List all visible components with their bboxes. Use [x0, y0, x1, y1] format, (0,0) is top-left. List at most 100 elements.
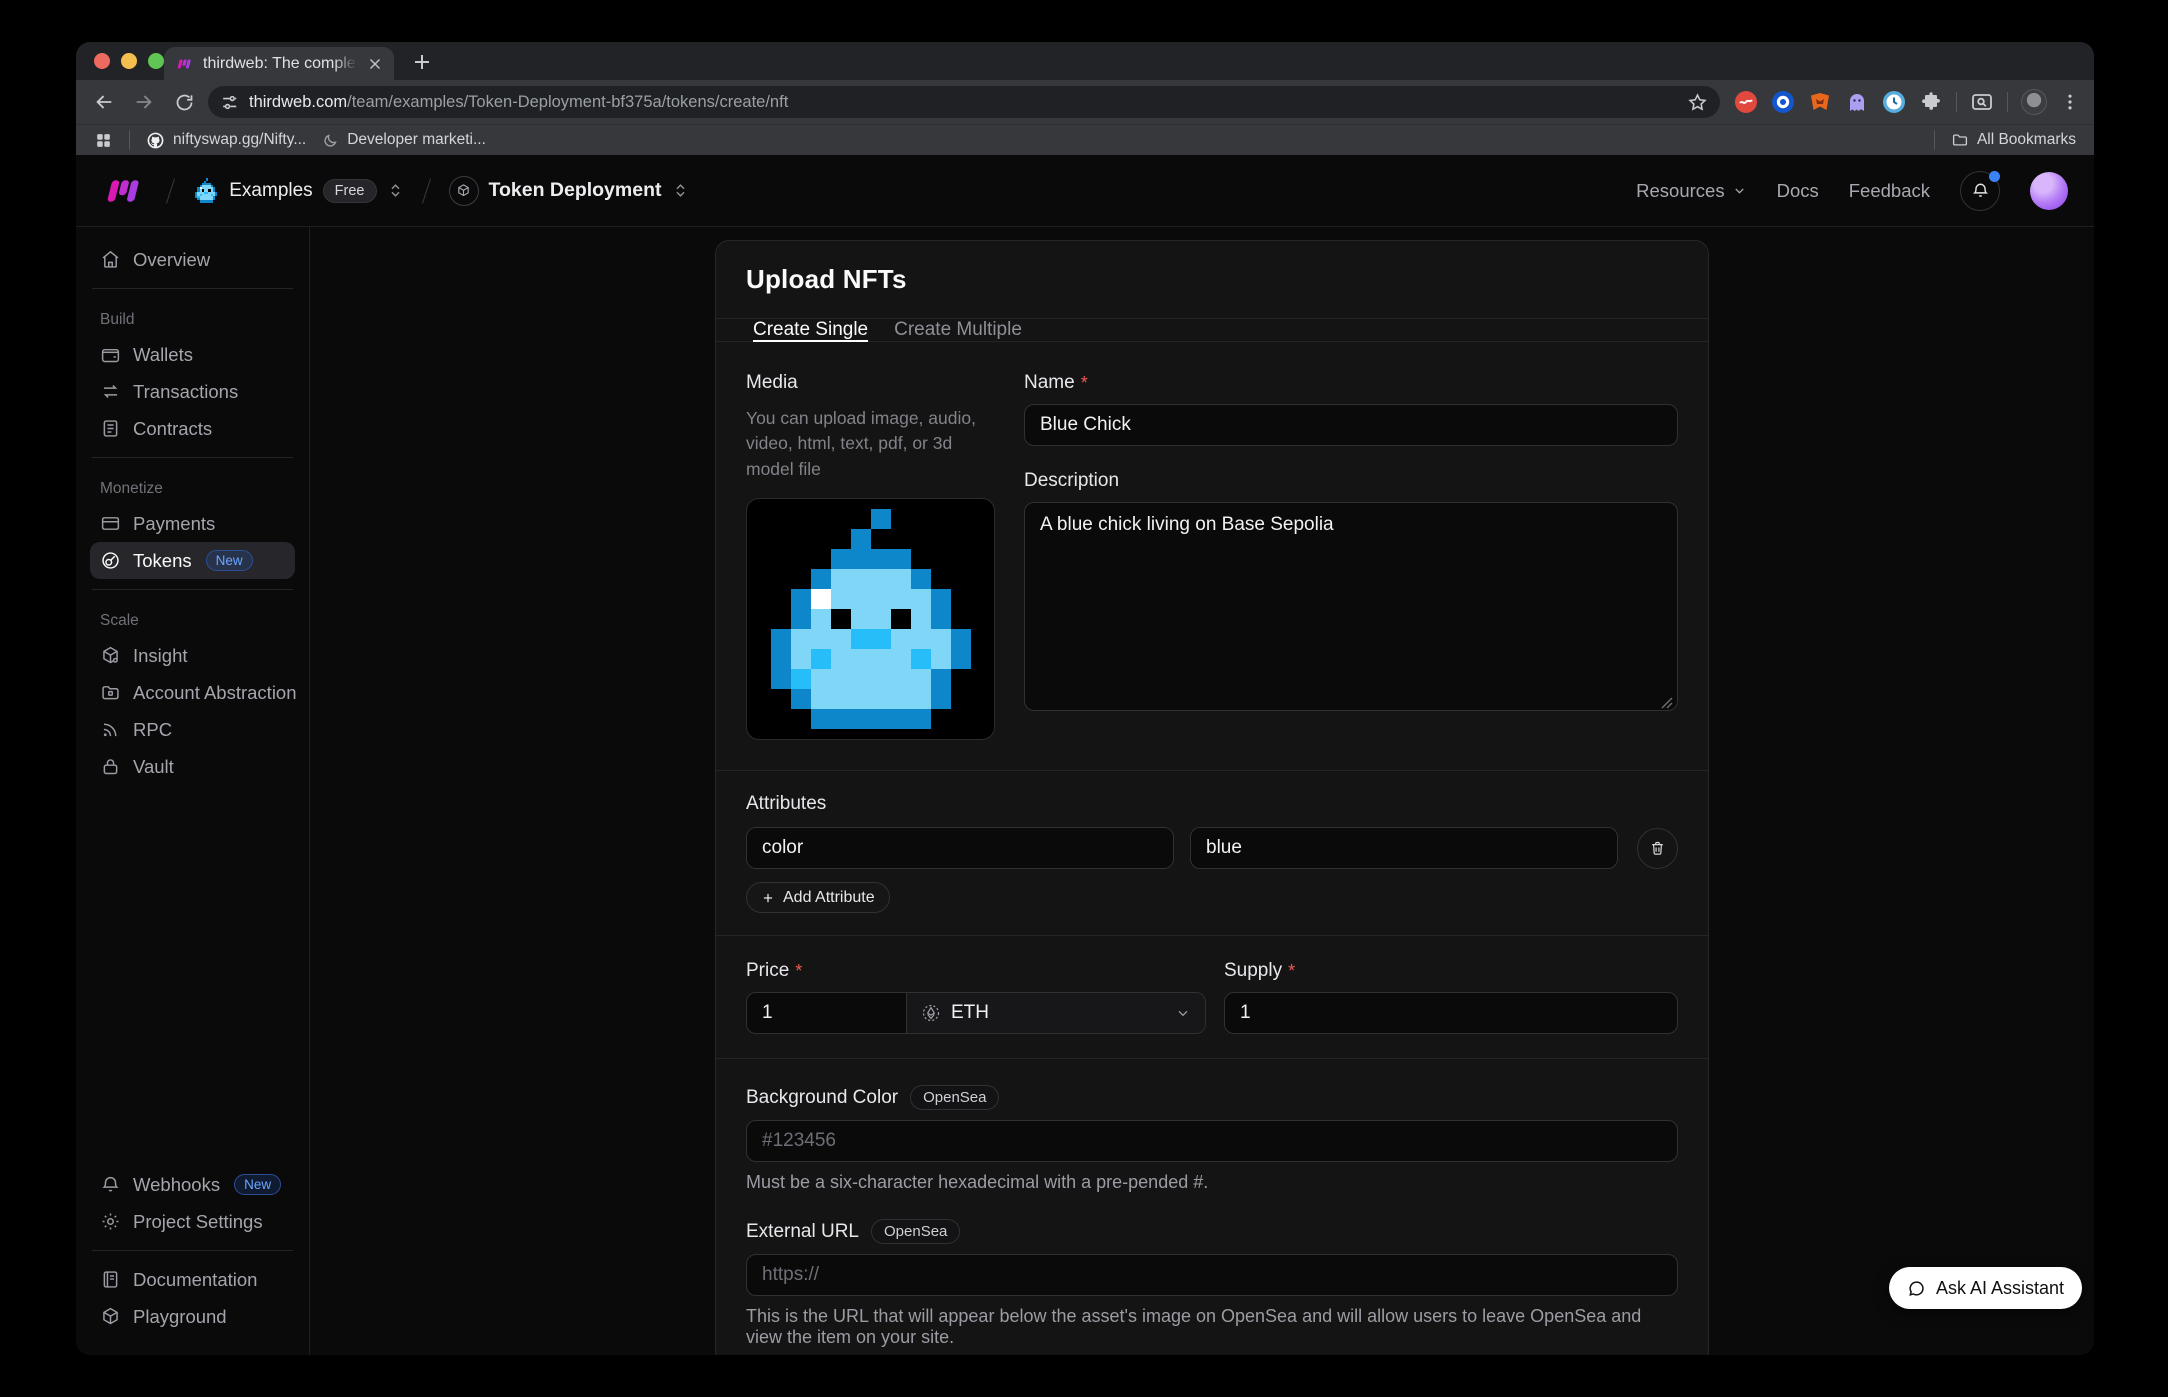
sidebar-item-wallets[interactable]: Wallets: [90, 336, 295, 373]
price-control: 1 ETH: [746, 992, 1206, 1034]
divider: [92, 589, 293, 590]
sidebar-item-payments[interactable]: Payments: [90, 505, 295, 542]
ethereum-icon: [921, 1003, 941, 1023]
sidebar-item-playground[interactable]: Playground: [90, 1298, 295, 1335]
sidebar-item-tokens[interactable]: Tokens New: [90, 542, 295, 579]
price-input[interactable]: 1: [747, 993, 907, 1033]
bookmark-item[interactable]: Developer marketi...: [322, 131, 486, 149]
chevrons-up-down-icon[interactable]: [387, 182, 404, 199]
sidebar-item-transactions[interactable]: Transactions: [90, 373, 295, 410]
chevron-down-icon: [1175, 1005, 1191, 1021]
team-avatar: [193, 178, 219, 202]
address-bar[interactable]: thirdweb.com/team/examples/Token-Deploym…: [208, 86, 1720, 118]
bookmarks-bar: niftyswap.gg/Nifty... Developer marketi.…: [76, 124, 2094, 155]
sidebar-label: Tokens: [133, 550, 192, 572]
project-name: Token Deployment: [489, 179, 662, 202]
divider: [129, 130, 130, 150]
docs-link[interactable]: Docs: [1777, 180, 1819, 202]
bookmark-label: niftyswap.gg/Nifty...: [173, 131, 306, 149]
sidebar-item-vault[interactable]: Vault: [90, 748, 295, 785]
window-controls: [94, 53, 164, 69]
required-asterisk: *: [1081, 373, 1088, 394]
opensea-badge: OpenSea: [910, 1085, 999, 1110]
user-avatar[interactable]: [2030, 172, 2068, 210]
extension-clock-icon[interactable]: [1882, 90, 1906, 114]
extensions-puzzle-icon[interactable]: [1919, 90, 1943, 114]
feedback-link[interactable]: Feedback: [1849, 180, 1930, 202]
forward-button[interactable]: [128, 86, 160, 118]
bookmark-label: Developer marketi...: [347, 131, 486, 149]
ask-ai-assistant-button[interactable]: Ask AI Assistant: [1889, 1267, 2082, 1309]
external-url-input[interactable]: [746, 1254, 1678, 1296]
required-asterisk: *: [795, 961, 802, 982]
background-color-input[interactable]: [746, 1120, 1678, 1162]
price-label: Price*: [746, 960, 1206, 982]
bell-icon: [100, 1174, 121, 1195]
notifications-button[interactable]: [1960, 171, 2000, 211]
thirdweb-logo[interactable]: [102, 177, 148, 205]
attributes-label: Attributes: [746, 793, 1678, 815]
chevrons-up-down-icon[interactable]: [672, 182, 689, 199]
apps-grid-icon[interactable]: [94, 131, 113, 150]
media-preview[interactable]: [746, 498, 995, 740]
chrome-profile-avatar[interactable]: [2021, 89, 2047, 115]
sidebar-label: RPC: [133, 719, 172, 741]
attribute-row: [746, 827, 1678, 869]
extension-red-icon[interactable]: [1734, 90, 1758, 114]
sidebar-item-account-abstraction[interactable]: Account Abstraction: [90, 674, 295, 711]
sidebar-label: Documentation: [133, 1269, 257, 1291]
tab-search-icon[interactable]: [1970, 90, 1994, 114]
sidebar-section-scale: Scale: [100, 612, 285, 630]
name-input[interactable]: [1024, 404, 1678, 446]
resize-grip-icon[interactable]: [1661, 697, 1673, 709]
sidebar-item-insight[interactable]: Insight: [90, 637, 295, 674]
currency-select[interactable]: ETH: [907, 993, 1205, 1033]
currency-label: ETH: [951, 1002, 989, 1024]
new-tab-button[interactable]: [410, 50, 434, 74]
bookmark-star-icon[interactable]: [1687, 92, 1708, 113]
tab-create-multiple[interactable]: Create Multiple: [894, 319, 1022, 341]
sidebar-item-project-settings[interactable]: Project Settings: [90, 1203, 295, 1240]
sidebar-item-overview[interactable]: Overview: [90, 241, 295, 278]
sidebar-item-contracts[interactable]: Contracts: [90, 410, 295, 447]
resources-label: Resources: [1636, 180, 1724, 202]
description-label: Description: [1024, 470, 1678, 492]
sidebar-label: Insight: [133, 645, 188, 667]
chevron-down-icon: [1732, 183, 1747, 198]
nft-image: [751, 509, 991, 729]
back-button[interactable]: [88, 86, 120, 118]
bookmark-item[interactable]: niftyswap.gg/Nifty...: [146, 131, 306, 150]
attribute-key-input[interactable]: [746, 827, 1174, 869]
delete-attribute-button[interactable]: [1637, 828, 1678, 869]
credit-card-icon: [100, 513, 121, 534]
zoom-window-button[interactable]: [148, 53, 164, 69]
ask-ai-label: Ask AI Assistant: [1936, 1278, 2064, 1299]
reload-button[interactable]: [168, 86, 200, 118]
minimize-window-button[interactable]: [121, 53, 137, 69]
sidebar-item-rpc[interactable]: RPC: [90, 711, 295, 748]
extension-phantom-icon[interactable]: [1845, 90, 1869, 114]
card-tabs: Create Single Create Multiple: [716, 319, 1708, 342]
site-settings-icon[interactable]: [220, 93, 239, 112]
folder-icon: [1951, 131, 1969, 149]
sidebar-item-webhooks[interactable]: Webhooks New: [90, 1166, 295, 1203]
attribute-value-input[interactable]: [1190, 827, 1618, 869]
close-tab-icon[interactable]: [366, 55, 384, 73]
extension-fox-icon[interactable]: [1808, 90, 1832, 114]
description-input[interactable]: A blue chick living on Base Sepolia: [1024, 502, 1678, 711]
sidebar-item-documentation[interactable]: Documentation: [90, 1261, 295, 1298]
breadcrumb-separator: [422, 178, 431, 203]
contract-icon: [100, 418, 121, 439]
tab-create-single[interactable]: Create Single: [753, 319, 868, 341]
extension-target-icon[interactable]: [1771, 90, 1795, 114]
breadcrumb-project[interactable]: Token Deployment: [449, 176, 689, 206]
sidebar-section-monetize: Monetize: [100, 480, 285, 498]
browser-tab[interactable]: thirdweb: The complete web3: [164, 47, 394, 80]
add-attribute-button[interactable]: Add Attribute: [746, 882, 890, 913]
resources-menu[interactable]: Resources: [1636, 180, 1746, 202]
all-bookmarks-button[interactable]: All Bookmarks: [1951, 131, 2076, 149]
close-window-button[interactable]: [94, 53, 110, 69]
supply-input[interactable]: [1224, 992, 1678, 1034]
breadcrumb-team[interactable]: Examples Free: [193, 178, 404, 202]
chrome-menu-icon[interactable]: [2060, 90, 2080, 114]
